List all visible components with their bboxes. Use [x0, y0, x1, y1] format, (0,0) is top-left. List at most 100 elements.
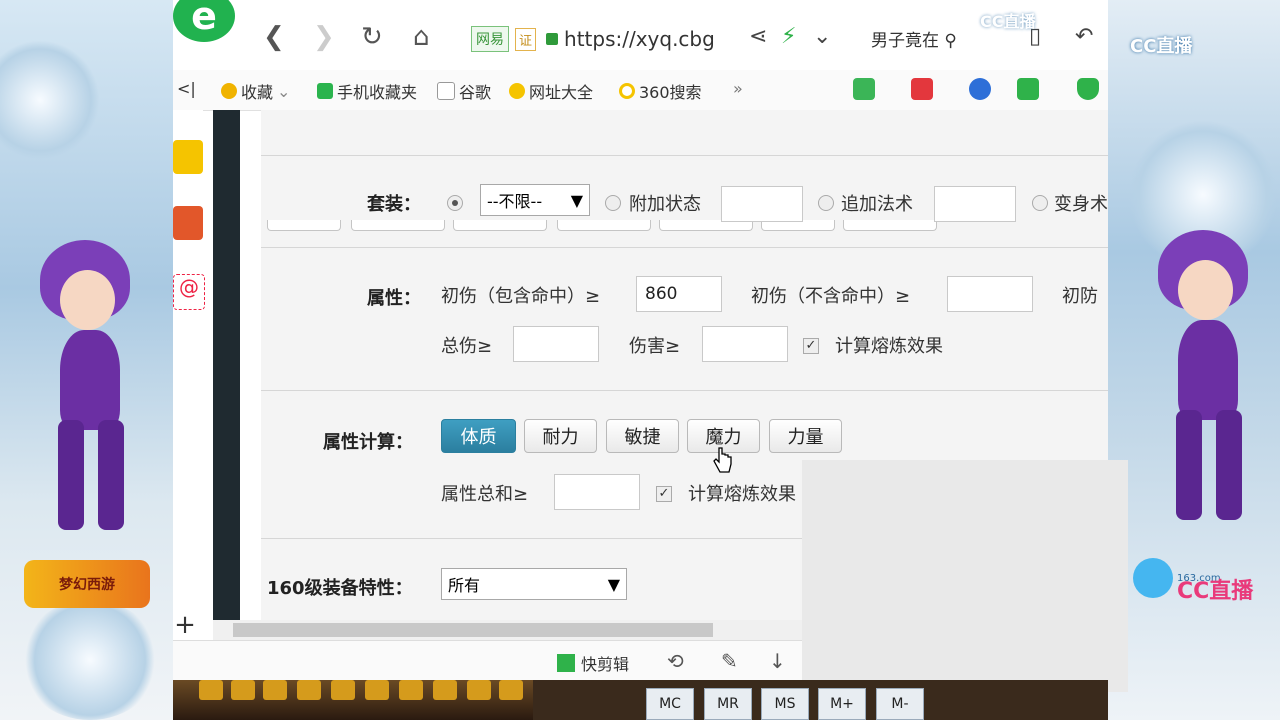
shield-icon[interactable] [1077, 78, 1099, 100]
init-damage-nohit-input[interactable] [947, 276, 1033, 312]
plus-circle-icon [509, 83, 525, 99]
radio-extra-status[interactable] [605, 195, 621, 211]
forward-icon[interactable]: ❯ [313, 22, 335, 52]
toolbar-icon[interactable] [199, 680, 223, 700]
btn-constitution[interactable]: 体质 [441, 419, 516, 453]
search-circle-icon [619, 83, 635, 99]
email-icon[interactable]: @ [173, 274, 205, 310]
extra-status-input[interactable] [721, 186, 803, 222]
add-icon[interactable]: + [173, 610, 197, 640]
share-icon[interactable]: ⋖ [749, 24, 767, 49]
suit-radio-any[interactable] [447, 195, 463, 211]
page-left-strip [213, 110, 240, 620]
game-toolbar-strip [173, 680, 533, 720]
scroll-thumb[interactable] [233, 623, 713, 637]
extra-spell-label: 追加法术 [841, 194, 913, 215]
toolbar-icon[interactable] [499, 680, 523, 700]
calc-smelting-checkbox[interactable]: ✓ [656, 486, 672, 502]
calc-smelting-label: 计算熔炼效果 [688, 484, 796, 505]
btn-agility[interactable]: 敏捷 [606, 419, 679, 453]
game-background-left: 梦幻西游 [0, 0, 173, 720]
suit-select[interactable]: --不限-- ▼ [480, 184, 590, 216]
toolbar-icon[interactable] [365, 680, 389, 700]
bookmark-item[interactable]: 收藏 ⌄ [221, 79, 290, 103]
bookmark-item[interactable]: 360搜索 [619, 79, 702, 103]
search-icon[interactable]: ⚲ [944, 31, 956, 51]
snow-decoration [20, 600, 160, 720]
lightning-icon[interactable]: ⚡ [781, 24, 796, 49]
search-box[interactable]: 男子竟在 ⚲ [871, 26, 957, 51]
top-button[interactable] [557, 220, 651, 231]
toolbar-icon[interactable] [297, 680, 321, 700]
sidebar-toggle-icon[interactable]: <| [177, 79, 196, 98]
download-icon[interactable]: ↓ [769, 649, 786, 673]
overlay-panel [802, 460, 1128, 692]
toolbar-icon[interactable] [433, 680, 457, 700]
snow-decoration [0, 40, 100, 160]
browser-logo-icon[interactable]: e [173, 0, 235, 42]
cc-mascot-icon [1133, 558, 1173, 598]
radio-extra-spell[interactable] [818, 195, 834, 211]
history-icon[interactable]: ⟲ [667, 649, 684, 673]
toolbar-icon[interactable] [231, 680, 255, 700]
feature-160-select[interactable]: 所有 ▼ [441, 568, 627, 600]
chevron-down-icon[interactable]: ⌄ [813, 24, 831, 49]
calc-mc-button[interactable]: MC [646, 688, 694, 720]
toolbar-icon[interactable] [263, 680, 287, 700]
top-button[interactable] [843, 220, 937, 231]
star-icon [221, 83, 237, 99]
attr-calc-label: 属性计算： [323, 432, 413, 453]
magnifier-icon[interactable] [969, 78, 991, 100]
divider [261, 155, 1108, 156]
more-bookmarks[interactable]: » [733, 79, 743, 98]
smelting-checkbox[interactable]: ✓ [803, 338, 819, 354]
init-damage-nohit-label: 初伤（不含命中）≥ [751, 286, 911, 307]
btn-endurance[interactable]: 耐力 [524, 419, 597, 453]
transform-label: 变身术 [1054, 194, 1108, 215]
bookmark-item[interactable]: 谷歌 [437, 79, 491, 103]
extra-spell-input[interactable] [934, 186, 1016, 222]
total-damage-input[interactable] [513, 326, 599, 362]
calc-mr-button[interactable]: MR [704, 688, 752, 720]
side-panel: @ [173, 110, 205, 620]
top-button[interactable] [351, 220, 445, 231]
favorites-icon[interactable] [173, 140, 203, 174]
cc-live-logo: CC直播 163.com [1133, 556, 1277, 604]
toolbar-icon[interactable] [331, 680, 355, 700]
btn-strength[interactable]: 力量 [769, 419, 842, 453]
quick-clip-button[interactable]: 快剪辑 [557, 651, 629, 675]
refresh-icon[interactable]: ↻ [361, 22, 383, 52]
total-damage-label: 总伤≥ [441, 336, 493, 357]
translate-icon[interactable] [853, 78, 875, 100]
phone-icon [317, 83, 333, 99]
scissors-icon[interactable] [911, 78, 933, 100]
bookmark-item[interactable]: 手机收藏夹 [317, 79, 417, 103]
toolbar-icon[interactable] [467, 680, 491, 700]
back-icon[interactable]: ❮ [263, 22, 285, 52]
calc-mplus-button[interactable]: M+ [818, 688, 866, 720]
top-button[interactable] [267, 220, 341, 231]
attr-sum-input[interactable] [554, 474, 640, 510]
undo-icon[interactable]: ↶ [1075, 24, 1093, 49]
bookmark-item[interactable]: 网址大全 [509, 79, 593, 103]
home-icon[interactable]: ⌂ [413, 22, 430, 52]
toolbar-icon[interactable] [399, 680, 423, 700]
game-logo: 梦幻西游 [24, 560, 150, 608]
smelting-label: 计算熔炼效果 [835, 336, 943, 357]
site-badge: 网易 [471, 26, 509, 52]
url-text[interactable]: https://xyq.cbg [564, 27, 715, 51]
pin-icon[interactable]: ✎ [721, 649, 738, 673]
calc-mminus-button[interactable]: M- [876, 688, 924, 720]
extra-status-label: 附加状态 [629, 194, 701, 215]
radio-transform[interactable] [1032, 195, 1048, 211]
damage-input[interactable] [702, 326, 788, 362]
damage-label: 伤害≥ [629, 336, 681, 357]
init-defense-label: 初防 [1062, 286, 1098, 307]
top-button[interactable] [453, 220, 547, 231]
clip-icon [557, 654, 575, 672]
gamepad-icon[interactable] [1017, 78, 1039, 100]
init-damage-hit-input[interactable]: 860 [636, 276, 722, 312]
verified-badge: 证 [515, 27, 537, 51]
weibo-icon[interactable] [173, 206, 203, 240]
calc-ms-button[interactable]: MS [761, 688, 809, 720]
